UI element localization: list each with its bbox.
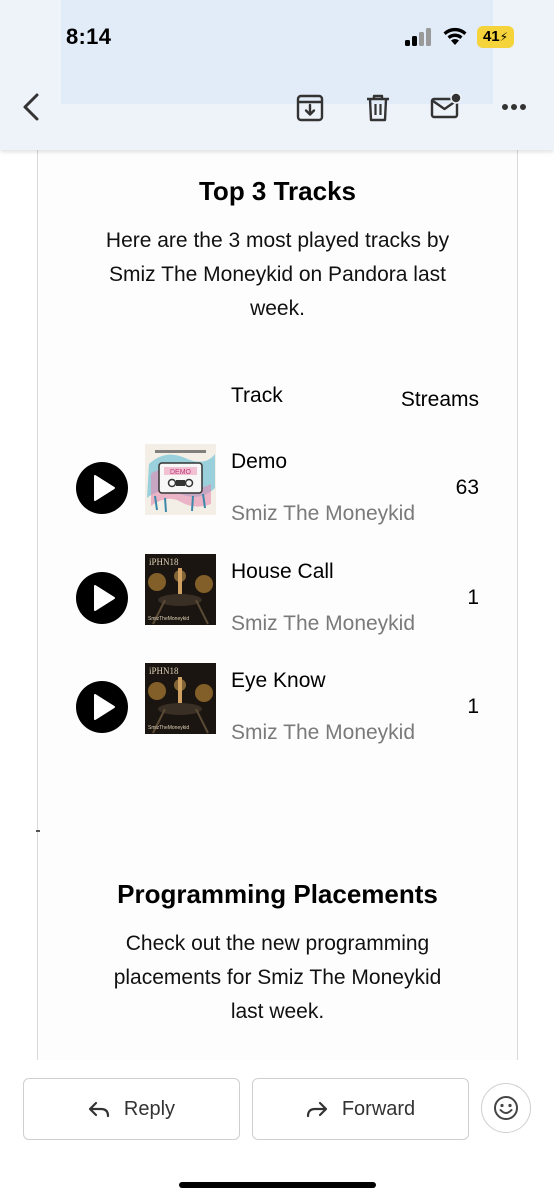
more-icon[interactable] xyxy=(500,101,528,113)
home-indicator[interactable] xyxy=(179,1182,376,1188)
top-tracks-title: Top 3 Tracks xyxy=(198,176,357,206)
forward-button[interactable]: Forward xyxy=(252,1078,469,1140)
play-icon xyxy=(94,475,115,501)
reply-button[interactable]: Reply xyxy=(23,1078,240,1140)
description-line: Here are the 3 most played tracks by xyxy=(105,229,450,252)
svg-text:SmizTheMoneykid: SmizTheMoneykid xyxy=(148,616,189,622)
emoji-reaction-icon xyxy=(494,1096,518,1120)
back-icon[interactable] xyxy=(18,92,46,122)
status-time: 8:14 xyxy=(66,24,112,49)
reply-label: Reply xyxy=(123,1097,176,1120)
album-cover-house-call[interactable]: iPHN18 SmizTheMoneykid xyxy=(145,554,216,625)
archive-icon[interactable] xyxy=(296,94,324,122)
description-line: Smiz The Moneykid on Pandora last xyxy=(109,263,446,286)
track-streams: 1 xyxy=(467,695,479,718)
track-row: DEMO Demo Smiz The Moneykid 63 xyxy=(0,440,554,530)
play-button[interactable] xyxy=(76,681,128,733)
column-header-streams: Streams xyxy=(400,388,479,411)
svg-text:iPHN18: iPHN18 xyxy=(149,666,179,676)
cellular-signal-icon xyxy=(405,28,433,46)
track-artist: Smiz The Moneykid xyxy=(231,721,416,744)
battery-level: 41 xyxy=(482,28,500,45)
description-line: Check out the new programming xyxy=(125,932,430,955)
divider-mark xyxy=(36,830,40,832)
track-streams: 63 xyxy=(455,476,479,499)
top-tracks-description: Here are the 3 most played tracks by Smi… xyxy=(37,224,518,326)
mark-unread-icon[interactable] xyxy=(430,92,462,120)
column-header-track: Track xyxy=(231,384,283,407)
track-artist: Smiz The Moneykid xyxy=(231,502,416,525)
play-button[interactable] xyxy=(76,572,128,624)
description-line: last week. xyxy=(230,1000,325,1023)
track-row: iPHN18 SmizTheMoneykid Eye Know Smiz The… xyxy=(0,659,554,749)
play-button[interactable] xyxy=(76,462,128,514)
programming-description: Check out the new programming placements… xyxy=(37,927,518,1029)
track-name[interactable]: House Call xyxy=(231,560,334,584)
status-bar-highlight xyxy=(61,0,493,104)
track-streams: 1 xyxy=(467,586,479,609)
forward-icon xyxy=(306,1101,327,1118)
album-cover-eye-know[interactable]: iPHN18 SmizTheMoneykid xyxy=(145,663,216,734)
svg-text:iPHN18: iPHN18 xyxy=(149,557,179,567)
track-row: iPHN18 SmizTheMoneykid House Call Smiz T… xyxy=(0,550,554,640)
play-icon xyxy=(94,585,115,611)
play-icon xyxy=(94,694,115,720)
trash-icon[interactable] xyxy=(365,93,391,123)
track-name[interactable]: Demo xyxy=(231,450,287,474)
track-artist: Smiz The Moneykid xyxy=(231,612,416,635)
top-toolbar: 8:14 41⚡ xyxy=(0,0,554,150)
description-line: week. xyxy=(250,297,305,320)
forward-label: Forward xyxy=(341,1097,416,1120)
battery-indicator: 41⚡ xyxy=(477,26,514,48)
programming-title: Programming Placements xyxy=(117,879,438,909)
emoji-reaction-button[interactable] xyxy=(481,1083,531,1133)
svg-text:SmizTheMoneykid: SmizTheMoneykid xyxy=(148,725,189,731)
album-cover-demo[interactable]: DEMO xyxy=(145,444,216,515)
description-line: placements for Smiz The Moneykid xyxy=(113,966,442,989)
reply-icon xyxy=(88,1101,110,1118)
wifi-icon xyxy=(443,27,467,45)
track-name[interactable]: Eye Know xyxy=(231,669,326,693)
svg-text:DEMO: DEMO xyxy=(170,469,192,476)
